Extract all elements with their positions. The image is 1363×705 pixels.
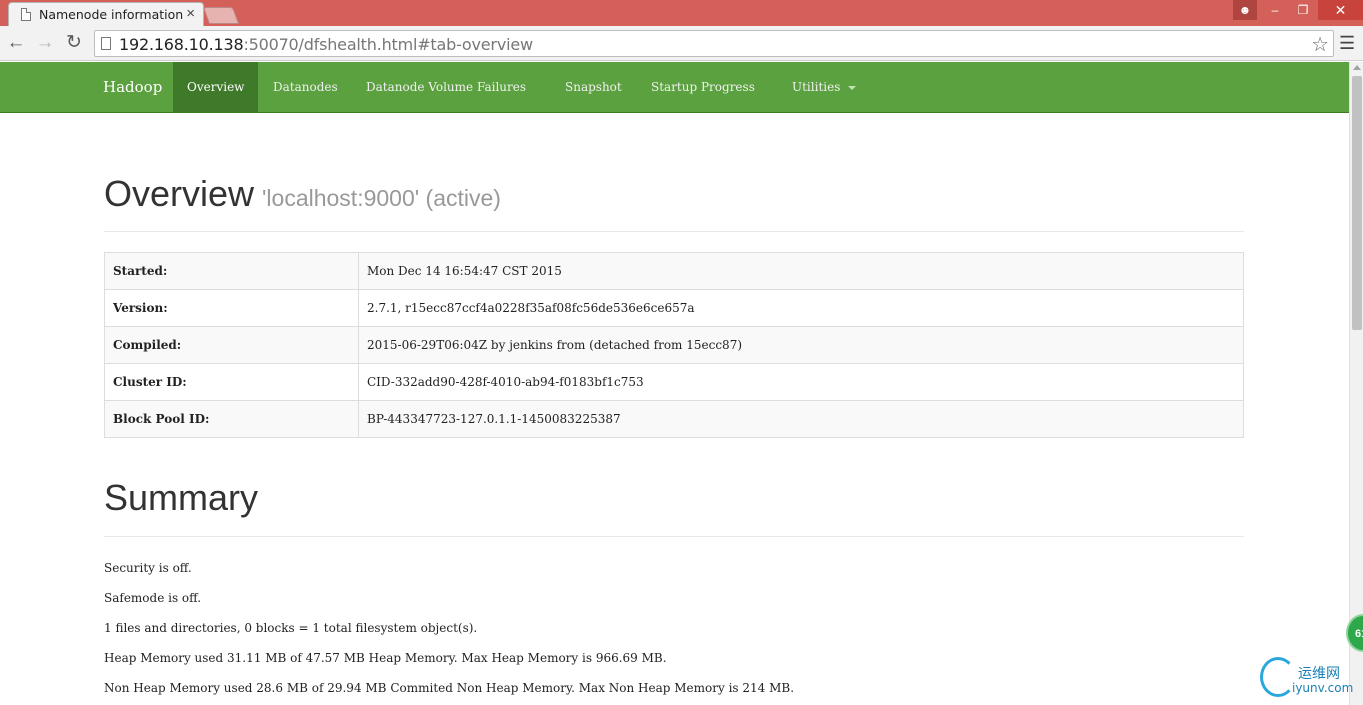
vertical-scrollbar[interactable] <box>1349 62 1363 705</box>
tab-title: Namenode information <box>39 7 184 22</box>
browser-menu-icon[interactable]: ☰ <box>1339 33 1355 54</box>
window-titlebar: Namenode information × ☻ – ❐ ✕ <box>0 0 1363 26</box>
nav-utilities-label: Utilities <box>792 80 841 94</box>
row-value: Mon Dec 14 16:54:47 CST 2015 <box>358 252 1244 290</box>
summary-filesystem-objects: 1 files and directories, 0 blocks = 1 to… <box>104 621 478 635</box>
row-value: BP-443347723-127.0.1.1-1450083225387 <box>358 400 1244 438</box>
row-key: Compiled: <box>104 326 359 364</box>
table-row: Started: Mon Dec 14 16:54:47 CST 2015 <box>104 252 1244 290</box>
row-key: Cluster ID: <box>104 363 359 401</box>
close-window-button[interactable]: ✕ <box>1318 0 1363 20</box>
nav-datanodes[interactable]: Datanodes <box>273 62 338 112</box>
reload-icon[interactable]: ↻ <box>62 31 86 55</box>
overview-heading: Overview 'localhost:9000' (active) <box>104 173 501 215</box>
row-key: Version: <box>104 289 359 327</box>
row-value: 2.7.1, r15ecc87ccf4a0228f35af08fc56de536… <box>358 289 1244 327</box>
page-viewport: Hadoop Overview Datanodes Datanode Volum… <box>0 62 1349 705</box>
table-row: Cluster ID: CID-332add90-428f-4010-ab94-… <box>104 363 1244 401</box>
table-row: Compiled: 2015-06-29T06:04Z by jenkins f… <box>104 326 1244 364</box>
nav-utilities-dropdown[interactable]: Utilities <box>792 62 857 112</box>
summary-safemode: Safemode is off. <box>104 591 202 605</box>
address-bar[interactable]: 192.168.10.138:50070/dfshealth.html#tab-… <box>94 30 1334 57</box>
page-icon <box>101 37 111 50</box>
hadoop-navbar: Hadoop Overview Datanodes Datanode Volum… <box>0 62 1349 113</box>
divider <box>104 536 1244 537</box>
bookmark-star-icon[interactable]: ☆ <box>1311 32 1329 57</box>
minimize-button[interactable]: – <box>1262 0 1288 20</box>
watermark-cn-text: 运维网 <box>1298 666 1340 682</box>
table-row: Version: 2.7.1, r15ecc87ccf4a0228f35af08… <box>104 289 1244 327</box>
nav-overview[interactable]: Overview <box>173 62 259 112</box>
scrollbar-thumb[interactable] <box>1352 76 1362 330</box>
row-value: 2015-06-29T06:04Z by jenkins from (detac… <box>358 326 1244 364</box>
nav-startup-progress[interactable]: Startup Progress <box>651 62 755 112</box>
page-icon <box>21 8 31 21</box>
chevron-down-icon <box>848 85 857 90</box>
tab-close-icon[interactable]: × <box>186 5 195 22</box>
watermark-logo: 运维网 iyunv.com <box>1258 655 1362 701</box>
maximize-button[interactable]: ❐ <box>1290 0 1316 20</box>
back-arrow-icon[interactable]: ← <box>4 31 28 55</box>
row-key: Started: <box>104 252 359 290</box>
url-path: :50070/dfshealth.html#tab-overview <box>243 35 533 54</box>
summary-heading: Summary <box>104 477 259 518</box>
url-host: 192.168.10.138 <box>119 35 244 54</box>
row-key: Block Pool ID: <box>104 400 359 438</box>
browser-tab[interactable]: Namenode information × <box>8 2 204 26</box>
summary-security: Security is off. <box>104 561 192 575</box>
page-title: Overview <box>104 173 255 214</box>
user-profile-icon[interactable]: ☻ <box>1233 0 1257 20</box>
row-value: CID-332add90-428f-4010-ab94-f0183bf1c753 <box>358 363 1244 401</box>
scroll-up-arrow-icon[interactable] <box>1353 65 1361 70</box>
overview-table: Started: Mon Dec 14 16:54:47 CST 2015 Ve… <box>104 252 1244 438</box>
page-subtitle: 'localhost:9000' (active) <box>262 185 501 211</box>
new-tab-button[interactable] <box>202 7 240 24</box>
nav-datanode-volume-failures[interactable]: Datanode Volume Failures <box>366 62 526 112</box>
navbar-brand[interactable]: Hadoop <box>103 78 162 96</box>
summary-non-heap-memory: Non Heap Memory used 28.6 MB of 29.94 MB… <box>104 681 795 695</box>
divider <box>104 231 1244 232</box>
forward-arrow-icon[interactable]: → <box>33 31 57 55</box>
watermark-en-text: iyunv.com <box>1292 681 1354 695</box>
nav-snapshot[interactable]: Snapshot <box>565 62 622 112</box>
url-text[interactable]: 192.168.10.138:50070/dfshealth.html#tab-… <box>119 35 533 54</box>
summary-heap-memory: Heap Memory used 31.11 MB of 47.57 MB He… <box>104 651 667 665</box>
table-row: Block Pool ID: BP-443347723-127.0.1.1-14… <box>104 400 1244 438</box>
watermark-swirl-icon <box>1260 657 1296 697</box>
browser-toolbar: ← → ↻ 192.168.10.138:50070/dfshealth.htm… <box>0 26 1363 61</box>
